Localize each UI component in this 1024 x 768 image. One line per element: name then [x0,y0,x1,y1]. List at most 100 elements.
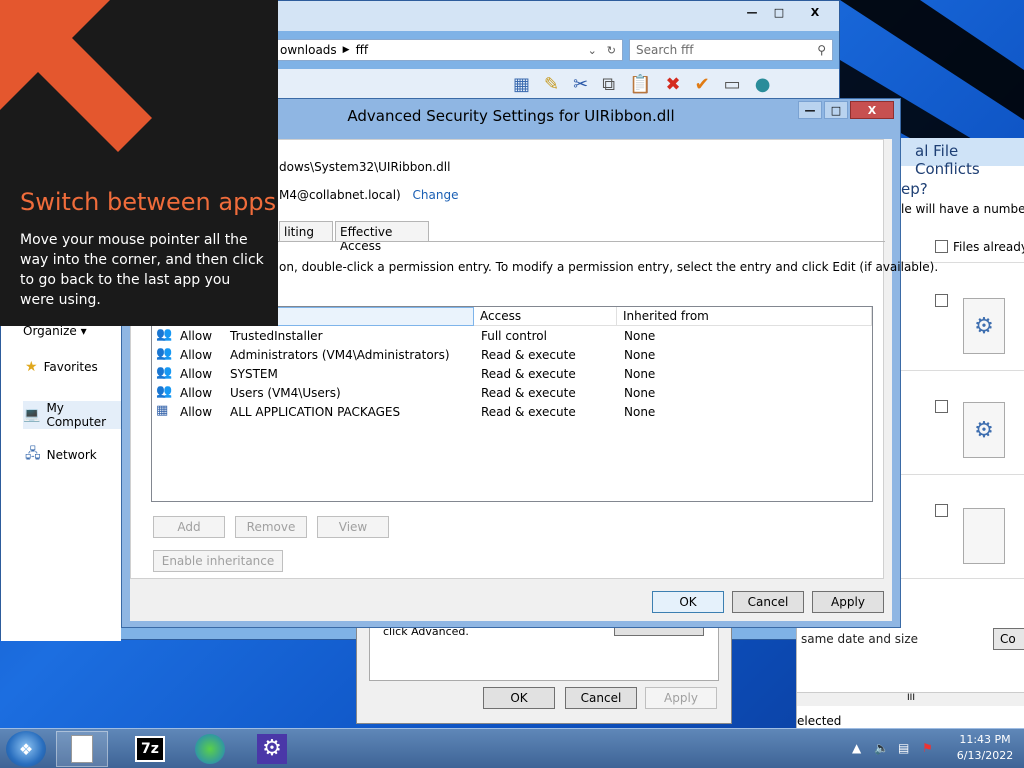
paste-icon[interactable]: 📋 [629,74,651,95]
maximize-button[interactable]: □ [824,101,848,119]
search-input[interactable]: Search fff ⚲ [629,39,833,61]
start-button[interactable]: ❖ [6,731,46,767]
taskbar: ❖ 7z ⚙ ▲ 🔈 ▤ ⚑ [0,728,1024,768]
entry-type: Allow [180,329,213,343]
tab-effective-access[interactable]: Effective Access [335,221,429,253]
action-center-icon[interactable]: ⚑ [922,741,933,755]
remove-button[interactable]: Remove [235,516,307,538]
show-hidden-icons-icon[interactable]: ▲ [852,741,861,755]
file-checkbox[interactable] [935,294,948,307]
settings-gear-icon: ⚙ [257,734,287,764]
taskbar-download-manager[interactable] [184,731,236,767]
refresh-icon[interactable]: ↻ [607,44,616,57]
entry-inherited: None [624,367,656,381]
taskbar-7zip[interactable]: 7z [124,731,176,767]
network-status-icon[interactable]: ▤ [898,741,909,755]
search-icon: ⚲ [817,43,826,57]
apply-button[interactable]: Apply [812,591,884,613]
column-header-access[interactable]: Access [474,307,617,326]
entry-principal: TrustedInstaller [230,329,323,343]
table-row[interactable]: ▦ Allow ALL APPLICATION PACKAGES Read & … [152,403,872,422]
breadcrumb-downloads[interactable]: ownloads [280,43,337,57]
entry-inherited: None [624,405,656,419]
props-apply-button[interactable]: Apply [645,687,717,709]
owner-line: M4@collabnet.local) Change [279,188,459,202]
tip-body: Move your mouse pointer all the way into… [20,232,264,308]
internet-download-icon [195,734,225,764]
entry-inherited: None [624,386,656,400]
layout-icon[interactable]: ▦ [513,74,530,95]
tab-auditing[interactable]: liting [279,221,333,242]
divider [901,370,1024,371]
minimize-button[interactable]: — [798,101,822,119]
entry-principal: Administrators (VM4\Administrators) [230,348,450,362]
blank-file-icon [963,508,1005,564]
close-button[interactable]: X [793,3,837,21]
checkmark-icon[interactable]: ✔ [695,74,710,95]
navigation-pane: ★ Favorites 💻 My Computer 🖧 Network [1,323,123,641]
address-bar[interactable]: ownloads ▶ fff ⌄ ↻ [273,39,623,61]
divider [901,474,1024,475]
cut-icon[interactable]: ✂ [573,74,588,95]
address-dropdown-icon[interactable]: ⌄ [588,44,597,57]
table-row[interactable]: 👥 Allow SYSTEM Read & execute None [152,365,872,384]
dll-file-icon: ⚙ [963,298,1005,354]
corner-arrow-icon [0,0,152,152]
cancel-button[interactable]: Cancel [732,591,804,613]
close-button[interactable]: X [850,101,894,119]
clock-date: 6/13/2022 [956,749,1014,762]
status-selected: elected [797,714,842,728]
entry-inherited: None [624,329,656,343]
permission-instructions: on, double-click a permission entry. To … [279,260,939,274]
users-group-icon: 👥 [156,346,173,361]
add-button[interactable]: Add [153,516,225,538]
file-checkbox[interactable] [935,504,948,517]
enable-inheritance-button[interactable]: Enable inheritance [153,550,283,572]
nav-my-computer[interactable]: 💻 My Computer [23,401,123,429]
globe-icon[interactable]: ● [755,74,771,95]
nav-favorites-label: Favorites [43,360,98,374]
entry-access: Read & execute [481,405,576,419]
star-icon: ★ [25,359,38,375]
file-checkbox[interactable] [935,400,948,413]
files-already-label: Files already i [953,240,1024,254]
delete-icon[interactable]: ✖ [665,74,680,95]
organize-menu[interactable]: Organize ▾ [23,324,87,338]
view-button[interactable]: View [317,516,389,538]
change-owner-link[interactable]: Change [413,188,459,202]
nav-network[interactable]: 🖧 Network [25,443,97,467]
continue-button[interactable]: Co [993,628,1024,650]
copy-icon[interactable]: ⧉ [602,74,615,95]
notepad-icon [71,735,93,763]
taskbar-settings[interactable]: ⚙ [246,731,298,767]
props-cancel-button[interactable]: Cancel [565,687,637,709]
nav-favorites[interactable]: ★ Favorites [25,359,98,375]
conflicts-description: le will have a number a [901,202,1024,216]
props-ok-button[interactable]: OK [483,687,555,709]
column-header-inherited-from[interactable]: Inherited from [617,307,872,326]
table-row[interactable]: 👥 Allow Users (VM4\Users) Read & execute… [152,384,872,403]
maximize-button[interactable]: □ [766,3,792,21]
entry-access: Full control [481,329,547,343]
network-icon: 🖧 [25,446,41,462]
clock[interactable]: 11:43 PM 6/13/2022 [952,732,1018,764]
files-already-checkbox[interactable] [935,240,948,253]
breadcrumb-fff[interactable]: fff [356,43,369,57]
properties-icon[interactable]: ✎ [544,74,559,95]
switch-apps-tip: Switch between apps Move your mouse poin… [0,0,278,326]
entry-inherited: None [624,348,656,362]
nav-my-computer-label: My Computer [46,401,107,429]
table-row[interactable]: 👥 Allow Administrators (VM4\Administrato… [152,346,872,365]
users-group-icon: 👥 [156,327,173,342]
speaker-muted-icon[interactable]: 🔈 [874,741,889,755]
clock-time: 11:43 PM [959,733,1011,746]
explorer-toolbar: ▦ ✎ ✂ ⧉ 📋 ✖ ✔ ▭ ● [273,69,839,99]
ok-button[interactable]: OK [652,591,724,613]
same-date-label: same date and size [801,632,919,646]
taskbar-notepad[interactable] [56,731,108,767]
table-row[interactable]: 👥 Allow TrustedInstaller Full control No… [152,327,872,346]
minimize-button[interactable]: — [739,3,765,21]
rename-icon[interactable]: ▭ [724,74,741,95]
horizontal-scrollbar[interactable]: III [797,692,1024,706]
app-package-icon: ▦ [156,403,169,418]
